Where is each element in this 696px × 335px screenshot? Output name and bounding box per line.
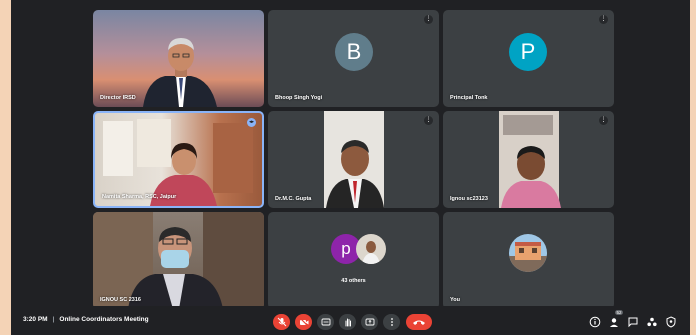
mic-off-button[interactable] — [273, 314, 290, 330]
participant-video — [324, 111, 384, 208]
participant-name: Namita Sharma, RSC, Jaipur — [102, 194, 177, 200]
participant-name: You — [450, 297, 460, 303]
participant-tile[interactable]: ◂▸ Namita Sharma, RSC, Jaipur — [93, 111, 264, 208]
host-controls-icon[interactable] — [665, 316, 677, 328]
participant-tile[interactable]: B ⋮ Bhoop Singh Yogi — [268, 10, 439, 107]
participant-video — [143, 38, 217, 107]
meeting-info: 3:20 PM | Online Coordinators Meeting — [23, 316, 149, 323]
participants-count-badge: 52 — [615, 310, 624, 315]
meeting-title: Online Coordinators Meeting — [59, 316, 149, 323]
separator: | — [52, 316, 55, 323]
raise-hand-button[interactable] — [339, 314, 356, 330]
participant-video — [499, 111, 561, 208]
participant-video — [103, 119, 253, 206]
meet-window: Director IRSD B ⋮ Bhoop Singh Yogi P ⋮ P… — [11, 0, 690, 335]
captions-icon — [321, 318, 330, 326]
meeting-details-icon[interactable] — [589, 316, 601, 328]
participant-avatar — [356, 234, 386, 264]
more-options-icon[interactable]: ⋮ — [424, 116, 433, 125]
participant-name: Bhoop Singh Yogi — [275, 95, 323, 101]
self-tile[interactable]: You — [443, 212, 614, 309]
others-count-label: 43 others — [341, 278, 366, 284]
participant-name: Principal Tonk — [450, 95, 488, 101]
participant-video — [93, 212, 264, 309]
more-options-icon[interactable]: ⋮ — [424, 15, 433, 24]
others-tile[interactable]: p 43 others — [268, 212, 439, 309]
more-options-icon[interactable]: ⋮ — [599, 15, 608, 24]
more-options-button[interactable] — [383, 314, 400, 330]
raise-hand-icon — [345, 318, 351, 327]
participant-tile[interactable]: ⋮ Dr.M.C. Gupta — [268, 111, 439, 208]
audio-indicator-icon: ◂▸ — [247, 118, 256, 127]
captions-button[interactable] — [317, 314, 334, 330]
camera-off-button[interactable] — [295, 314, 312, 330]
more-vert-icon — [390, 318, 393, 326]
bottom-toolbar: 3:20 PM | Online Coordinators Meeting 52 — [11, 306, 690, 335]
participant-tile[interactable]: ⋮ Ignou sc23123 — [443, 111, 614, 208]
self-avatar — [509, 234, 547, 272]
participant-avatar: B — [335, 33, 373, 71]
participant-name: Ignou sc23123 — [450, 196, 488, 202]
more-options-icon[interactable]: ⋮ — [599, 116, 608, 125]
participant-name: Director IRSD — [100, 95, 136, 101]
participant-name: IGNOU SC 2316 — [100, 297, 141, 303]
participant-tile[interactable]: Director IRSD — [93, 10, 264, 107]
present-screen-button[interactable] — [361, 314, 378, 330]
present-icon — [365, 318, 374, 326]
mic-off-icon — [277, 317, 286, 327]
end-call-button[interactable] — [406, 314, 432, 330]
camera-off-icon — [299, 317, 308, 327]
clock-time: 3:20 PM — [23, 316, 48, 323]
participant-tile[interactable]: IGNOU SC 2316 — [93, 212, 264, 309]
chat-icon[interactable] — [627, 316, 639, 328]
participant-avatar: P — [509, 33, 547, 71]
activities-icon[interactable] — [646, 316, 658, 328]
hang-up-icon — [413, 320, 425, 325]
people-icon[interactable] — [608, 316, 620, 328]
participant-name: Dr.M.C. Gupta — [275, 196, 312, 202]
participant-tile[interactable]: P ⋮ Principal Tonk — [443, 10, 614, 107]
